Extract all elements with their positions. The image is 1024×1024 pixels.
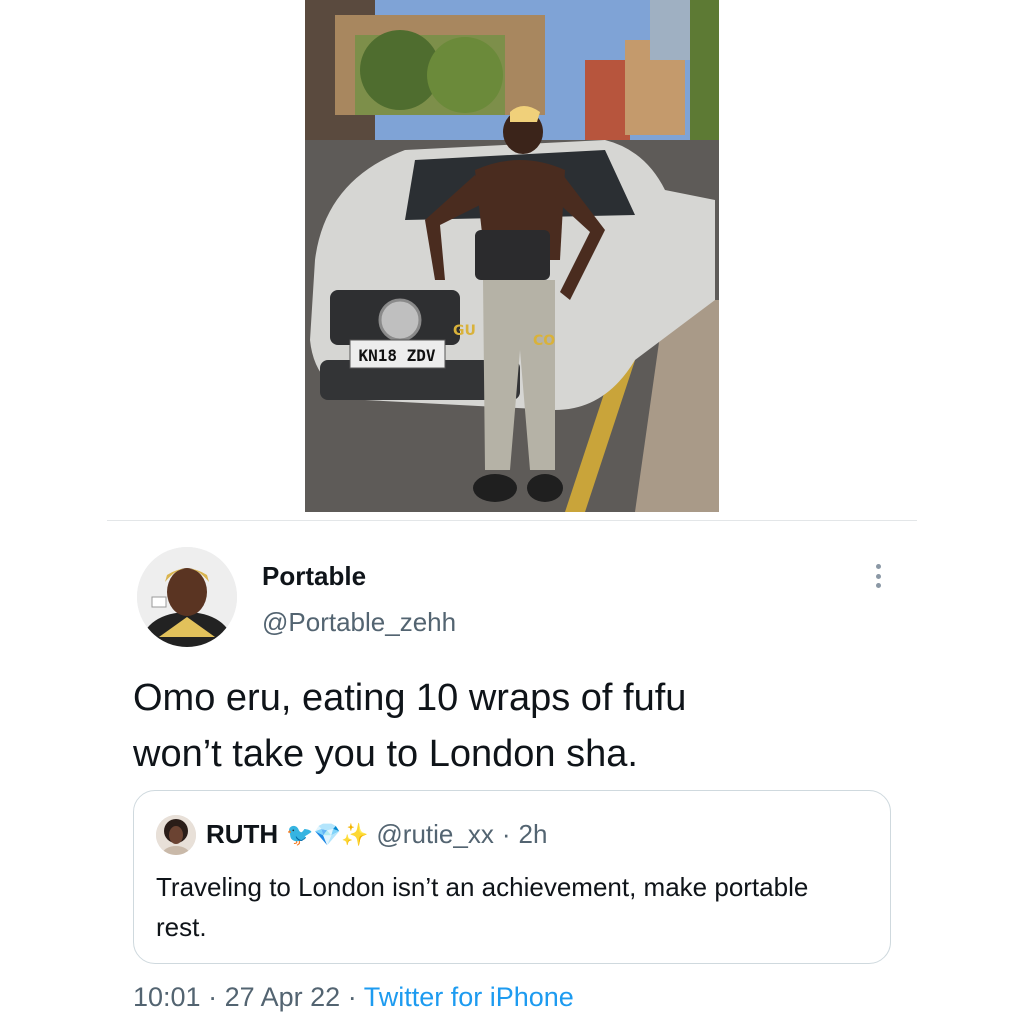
photo-illustration: KN18 ZDV CO GU: [305, 0, 719, 512]
quote-handle[interactable]: @rutie_xx: [376, 819, 493, 850]
tweet-text: Omo eru, eating 10 wraps of fufu won’t t…: [133, 677, 687, 775]
tweet-meta: 10:01 · 27 Apr 22 · Twitter for iPhone: [133, 982, 574, 1013]
more-dot: [875, 564, 881, 569]
separator: ·: [347, 982, 357, 1012]
tweet-screenshot: KN18 ZDV CO GU Portable @Portable_zehh O…: [0, 0, 1024, 1024]
svg-text:CO: CO: [533, 333, 555, 349]
quote-text: Traveling to London isn’t an achievement…: [156, 872, 809, 942]
quote-header: RUTH 🐦💎✨ @rutie_xx · 2h: [206, 819, 547, 850]
quote-timestamp[interactable]: 2h: [519, 819, 548, 850]
divider: [107, 520, 917, 521]
user-handle[interactable]: @Portable_zehh: [262, 607, 456, 638]
avatar-ruth-image: [156, 815, 196, 855]
svg-text:GU: GU: [453, 323, 476, 339]
quote-avatar[interactable]: [156, 815, 196, 855]
separator: ·: [208, 982, 218, 1012]
tweet-photo[interactable]: KN18 ZDV CO GU: [305, 0, 719, 512]
tweet-source-link[interactable]: Twitter for iPhone: [364, 982, 574, 1012]
more-vertical-icon[interactable]: [868, 560, 888, 592]
more-dot: [875, 583, 881, 588]
avatar[interactable]: [137, 547, 237, 647]
more-dot: [875, 573, 881, 579]
emoji-badges: 🐦💎✨: [286, 821, 369, 847]
display-name[interactable]: Portable: [262, 561, 366, 592]
quote-display-name[interactable]: RUTH: [206, 819, 278, 850]
tweet-time[interactable]: 10:01: [133, 982, 201, 1012]
quoted-tweet[interactable]: RUTH 🐦💎✨ @rutie_xx · 2h Traveling to Lon…: [133, 790, 891, 964]
avatar-portable-image: [137, 547, 237, 647]
plate-text: KN18 ZDV: [358, 346, 435, 365]
separator: ·: [501, 819, 511, 849]
tweet-date[interactable]: 27 Apr 22: [225, 982, 341, 1012]
